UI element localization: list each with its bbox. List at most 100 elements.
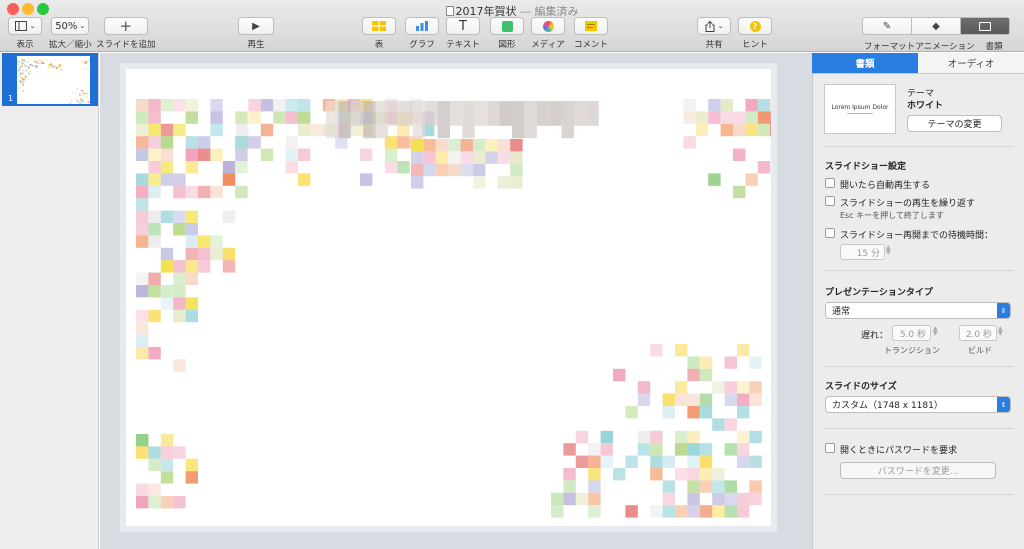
- tab-document[interactable]: 書類: [812, 53, 918, 73]
- play-tool[interactable]: ▶ 再生: [238, 17, 274, 50]
- mosaic-tile: [148, 285, 161, 298]
- presentation-type-select[interactable]: 通常 ⇕: [825, 302, 1011, 319]
- mosaic-tile: [148, 123, 161, 137]
- build-stepper[interactable]: ▲ ▼: [998, 326, 1003, 337]
- thumbnail-tile: [33, 59, 36, 62]
- password-checkbox[interactable]: [825, 443, 835, 453]
- mosaic-tile: [770, 111, 771, 124]
- presentation-type-header: プレゼンテーションタイプ: [825, 288, 933, 298]
- slide-size-select[interactable]: カスタム（1748 x 1181） ⇕: [825, 396, 1011, 413]
- mosaic-tile: [160, 210, 174, 223]
- blurred-title-tile: [450, 101, 463, 126]
- blurred-title-tile: [586, 101, 599, 126]
- transition-delay-field[interactable]: 5.0 秒: [892, 325, 931, 341]
- mosaic-tile: [687, 468, 700, 481]
- mosaic-tile: [148, 99, 161, 112]
- share-button[interactable]: ⌄: [697, 17, 731, 35]
- mosaic-tile: [757, 161, 771, 174]
- idle-time-field[interactable]: 15 分: [840, 244, 885, 260]
- mosaic-tile: [411, 176, 424, 189]
- autoplay-checkbox[interactable]: [825, 178, 835, 188]
- mosaic-tile: [273, 99, 286, 112]
- animate-button[interactable]: ◆: [912, 18, 961, 34]
- thumbnail-tile: [84, 62, 86, 65]
- thumbnail-tile: [82, 68, 85, 70]
- mosaic-tile: [173, 185, 186, 199]
- blurred-title-tile: [574, 101, 587, 126]
- mosaic-tile: [298, 173, 311, 186]
- thumbnail-tile: [32, 65, 34, 67]
- mosaic-tile: [699, 368, 713, 382]
- tab-audio[interactable]: オーディオ: [918, 53, 1024, 73]
- blurred-title-tile: [375, 101, 388, 139]
- thumbnail-tile: [53, 67, 56, 69]
- thumbnail-tile: [80, 101, 83, 104]
- mosaic-tile: [136, 99, 149, 112]
- idle-label: スライドショー再開までの待機時間：: [840, 231, 994, 241]
- slide-canvas[interactable]: [126, 69, 771, 526]
- thumbnail-tile: [19, 81, 22, 84]
- mosaic-tile: [637, 381, 651, 394]
- mosaic-tile: [411, 139, 424, 152]
- mosaic-tile: [160, 173, 174, 186]
- view-button[interactable]: ⌄: [8, 17, 42, 35]
- mosaic-tile: [485, 139, 498, 152]
- thumbnail-tile: [22, 69, 24, 72]
- text-button[interactable]: T: [446, 17, 480, 35]
- transition-stepper[interactable]: ▲ ▼: [933, 326, 938, 337]
- play-button[interactable]: ▶: [238, 17, 274, 35]
- change-theme-button[interactable]: テーマの変更: [907, 115, 1002, 132]
- format-button[interactable]: ✎: [863, 18, 912, 34]
- divider: [824, 428, 1014, 429]
- share-icon: [705, 20, 715, 32]
- mosaic-tile: [712, 505, 725, 518]
- idle-checkbox[interactable]: [825, 228, 835, 238]
- share-tool[interactable]: ⌄ 共有: [697, 17, 731, 50]
- add-slide-tool[interactable]: + スライドを追加: [96, 17, 156, 50]
- slide-thumbnail[interactable]: [17, 56, 90, 104]
- media-tool[interactable]: メディア: [531, 17, 565, 50]
- table-button[interactable]: [362, 17, 396, 35]
- thumbnail-tile: [69, 102, 71, 104]
- change-password-button[interactable]: パスワードを変更...: [840, 462, 996, 479]
- loop-checkbox[interactable]: [825, 196, 835, 206]
- thumbnail-tile: [19, 79, 22, 82]
- thumbnail-tile: [80, 98, 83, 101]
- zoom-select[interactable]: 50% ⌄: [51, 17, 90, 35]
- tips-tool[interactable]: ? ヒント: [738, 17, 772, 50]
- theme-preview[interactable]: Lorem Ipsum Dolor: [824, 84, 896, 134]
- mosaic-tile: [675, 381, 688, 394]
- table-tool[interactable]: 表: [362, 17, 396, 50]
- thumbnail-tile: [19, 66, 22, 69]
- chart-button[interactable]: [405, 17, 439, 35]
- mosaic-tile: [173, 260, 186, 273]
- thumbnail-tile: [84, 92, 87, 95]
- build-delay-field[interactable]: 2.0 秒: [959, 325, 997, 341]
- comment-button[interactable]: [574, 17, 608, 35]
- text-tool[interactable]: T テキスト: [446, 17, 480, 50]
- shape-button[interactable]: [490, 17, 524, 35]
- tips-button[interactable]: ?: [738, 17, 772, 35]
- mosaic-tile: [737, 443, 750, 456]
- mosaic-tile: [473, 176, 486, 189]
- mosaic-tile: [435, 139, 449, 152]
- blurred-title-tile: [388, 101, 401, 126]
- view-tool[interactable]: ⌄ 表示: [8, 17, 42, 50]
- mosaic-tile: [510, 139, 523, 152]
- mosaic-tile: [497, 176, 511, 189]
- share-label: 共有: [705, 40, 723, 50]
- add-slide-button[interactable]: +: [103, 17, 148, 35]
- mosaic-tile: [749, 393, 762, 406]
- inspector-segmented-control[interactable]: ✎ ◆: [862, 17, 1010, 35]
- idle-stepper[interactable]: ▲ ▼: [886, 245, 891, 256]
- shape-tool[interactable]: 図形: [490, 17, 524, 50]
- mosaic-tile: [497, 151, 511, 164]
- comment-tool[interactable]: コメント: [574, 17, 608, 50]
- zoom-tool[interactable]: 50% ⌄ 拡大／縮小: [49, 17, 92, 50]
- media-button[interactable]: [531, 17, 565, 35]
- mosaic-tile: [650, 443, 663, 456]
- mosaic-tile: [588, 468, 601, 481]
- chart-tool[interactable]: グラフ: [405, 17, 439, 50]
- document-button[interactable]: [961, 18, 1009, 34]
- mosaic-tile: [285, 136, 298, 149]
